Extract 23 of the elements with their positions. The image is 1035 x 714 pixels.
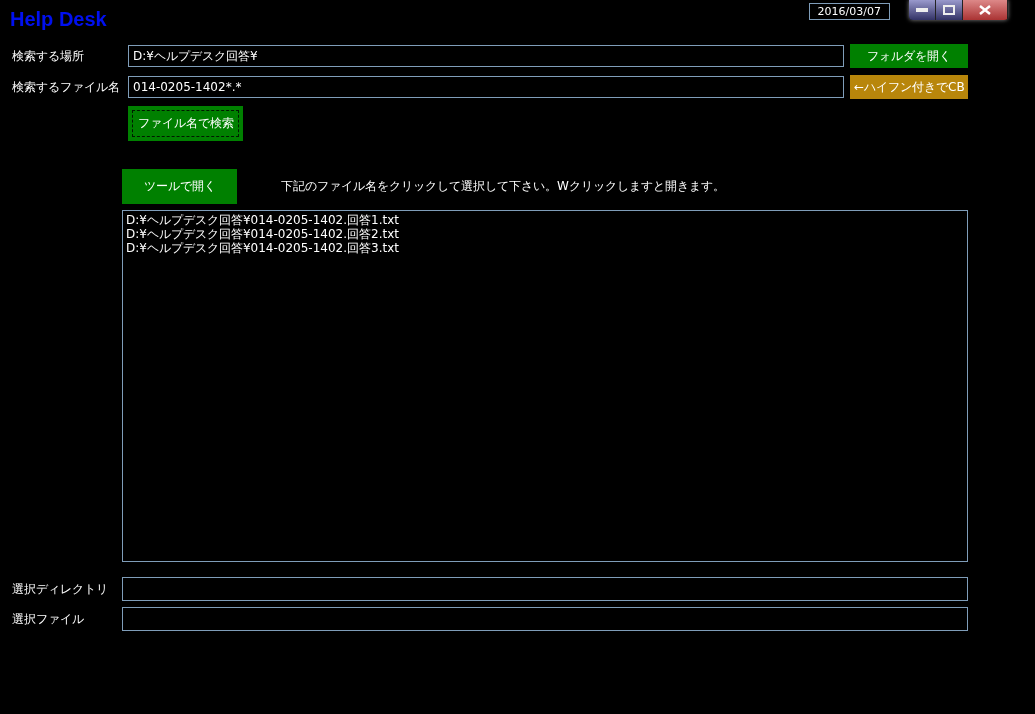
close-icon: [979, 5, 991, 15]
open-with-tool-button[interactable]: ツールで開く: [122, 169, 237, 204]
field-label: 選択ディレクトリ: [11, 580, 109, 598]
file-list-item[interactable]: D:¥ヘルプデスク回答¥014-0205-1402.回答2.txt: [126, 227, 964, 241]
maximize-icon: [943, 5, 955, 15]
filename-field[interactable]: 014-0205-1402*.*: [128, 76, 844, 98]
search-button[interactable]: ファイル名で検索: [128, 106, 243, 141]
minimize-icon: [916, 8, 928, 12]
field-label: 検索するファイル名: [11, 78, 121, 96]
date-display: 2016/03/07: [808, 3, 890, 20]
minimize-button[interactable]: [909, 0, 936, 20]
selected-file-field[interactable]: [122, 607, 968, 631]
open-folder-button[interactable]: フォルダを開く: [850, 44, 968, 68]
maximize-button[interactable]: [936, 0, 963, 20]
field-label: 検索する場所: [11, 47, 85, 65]
file-list-item[interactable]: D:¥ヘルプデスク回答¥014-0205-1402.回答3.txt: [126, 241, 964, 255]
instruction-text: 下記のファイル名をクリックして選択して下さい。Wクリックしますと開きます。: [281, 178, 725, 195]
file-list-item[interactable]: D:¥ヘルプデスク回答¥014-0205-1402.回答1.txt: [126, 213, 964, 227]
app-title: Help Desk: [10, 8, 108, 31]
field-label: 選択ファイル: [11, 610, 85, 628]
selected-directory-field[interactable]: [122, 577, 968, 601]
location-field[interactable]: D:¥ヘルプデスク回答¥: [128, 45, 844, 67]
close-button[interactable]: [963, 0, 1008, 20]
